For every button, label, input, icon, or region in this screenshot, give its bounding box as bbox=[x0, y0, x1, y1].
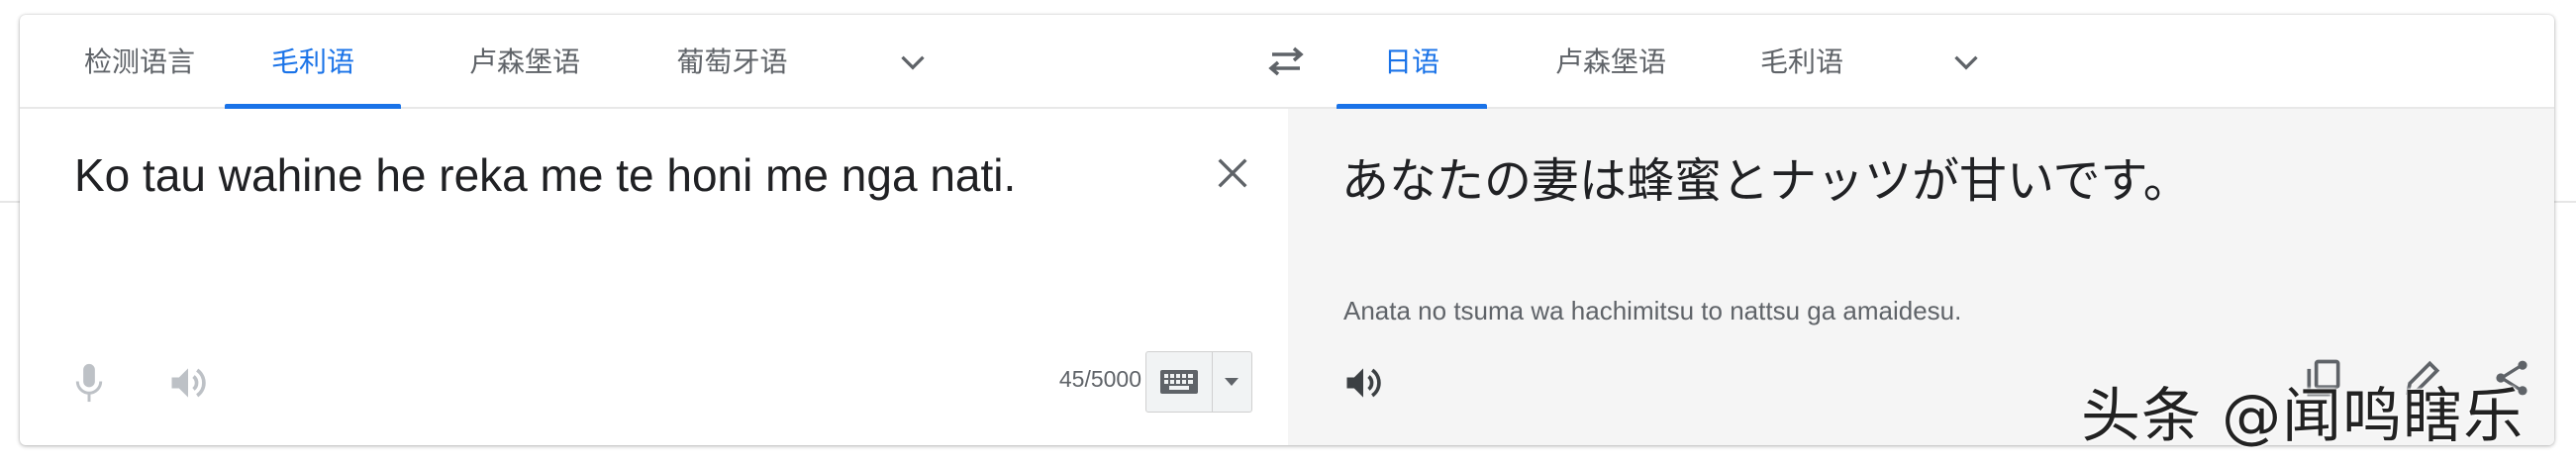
speaker-icon[interactable] bbox=[166, 361, 210, 405]
tab-target-luxembourgish[interactable]: 卢森堡语 bbox=[1527, 15, 1695, 107]
tab-target-japanese[interactable]: 日语 bbox=[1337, 15, 1487, 109]
tab-detect-language[interactable]: 检测语言 bbox=[65, 15, 214, 107]
language-tab-bar: 检测语言 毛利语 卢森堡语 葡萄牙语 日语 卢森堡语 毛利语 bbox=[20, 15, 2554, 109]
input-tools-button[interactable] bbox=[1145, 351, 1252, 413]
swap-icon[interactable] bbox=[1264, 43, 1308, 80]
mic-icon[interactable] bbox=[71, 361, 107, 405]
tab-label: 毛利语 bbox=[270, 46, 354, 77]
tab-label: 日语 bbox=[1383, 46, 1439, 77]
tab-target-maori[interactable]: 毛利语 bbox=[1733, 15, 1871, 107]
speaker-icon[interactable] bbox=[1341, 361, 1385, 405]
character-count: 45/5000 bbox=[1058, 366, 1141, 392]
romanization-text: Anata no tsuma wa hachimitsu to nattsu g… bbox=[1343, 296, 1962, 325]
button-divider bbox=[1212, 352, 1213, 412]
keyboard-icon bbox=[1160, 370, 1198, 394]
tab-source-maori[interactable]: 毛利语 bbox=[225, 15, 401, 109]
chevron-down-icon[interactable] bbox=[1948, 45, 1984, 80]
tab-source-luxembourgish[interactable]: 卢森堡语 bbox=[436, 15, 614, 107]
close-icon[interactable] bbox=[1213, 153, 1252, 193]
source-text-input[interactable]: Ko tau wahine he reka me te honi me nga … bbox=[74, 148, 1016, 202]
watermark: 头条 @闻鸣瞎乐 bbox=[2081, 382, 2525, 451]
active-tab-indicator bbox=[1337, 104, 1487, 109]
dropdown-arrow-icon[interactable] bbox=[1224, 377, 1239, 387]
chevron-down-icon[interactable] bbox=[895, 45, 931, 80]
tab-source-portuguese[interactable]: 葡萄牙语 bbox=[641, 15, 824, 107]
active-tab-indicator bbox=[225, 104, 401, 109]
translated-text: あなたの妻は蜂蜜とナッツが甘いです。 bbox=[1341, 153, 2191, 209]
